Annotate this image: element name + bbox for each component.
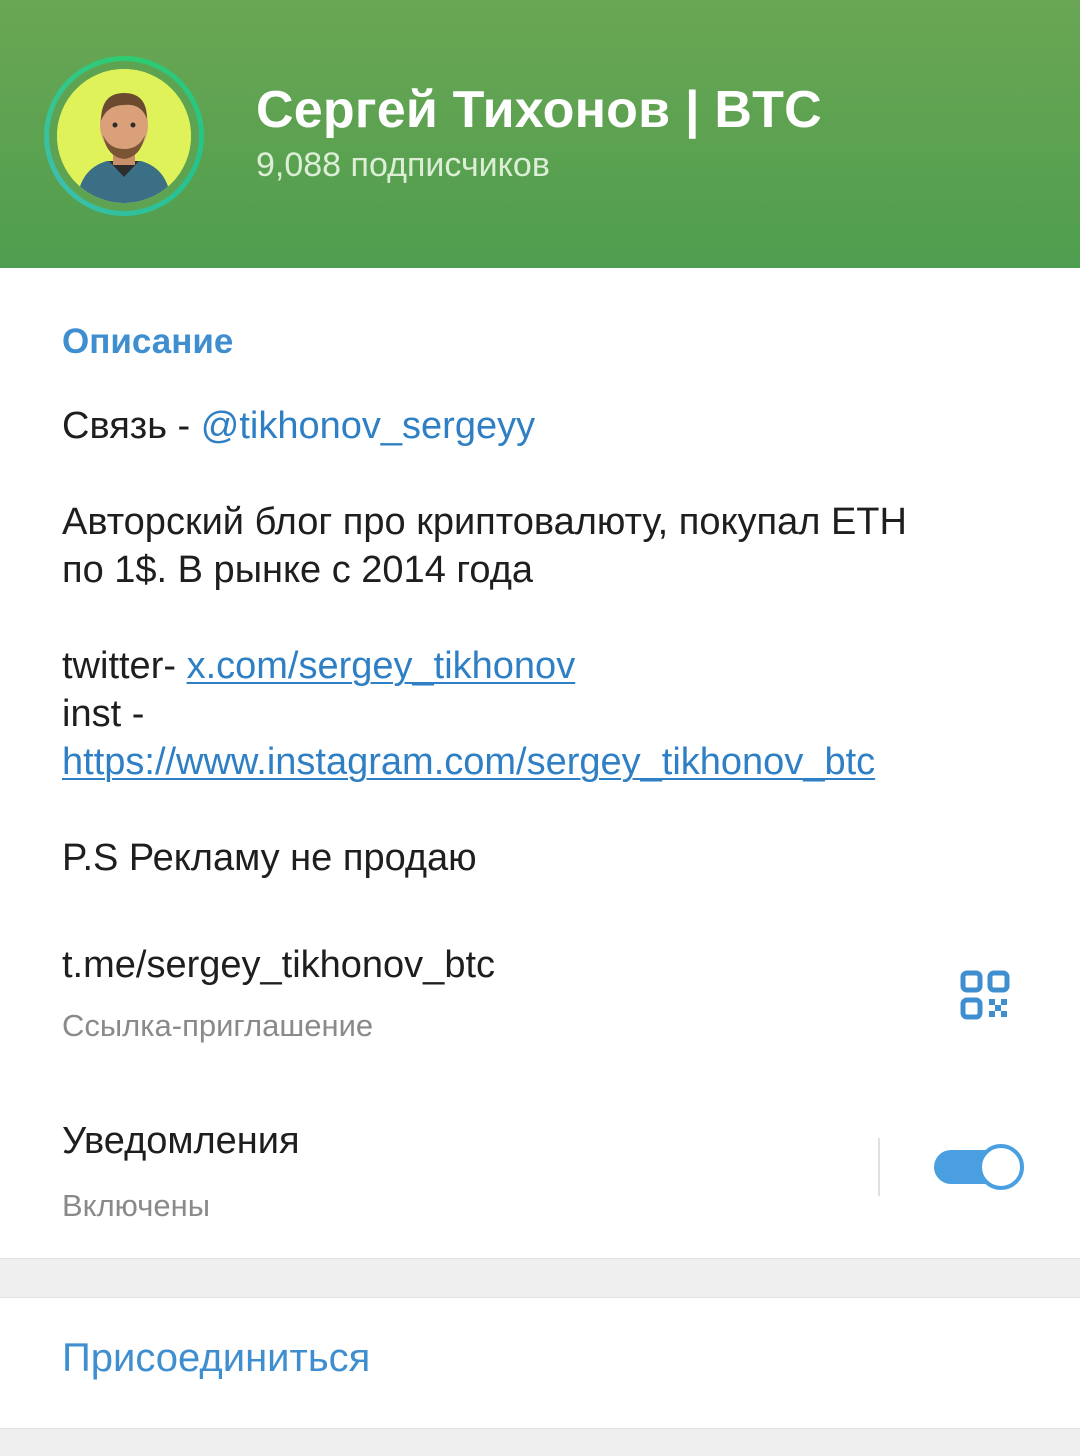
notifications-status: Включены xyxy=(62,1188,211,1223)
channel-header: Сергей Тихонов | BTC 9,088 подписчиков xyxy=(0,0,1080,268)
section-divider-bottom xyxy=(0,1428,1080,1456)
channel-title: Сергей Тихонов | BTC xyxy=(256,81,822,139)
bio-line-1: Авторский блог про криптовалюту, покупал… xyxy=(62,501,907,543)
notifications-label[interactable]: Уведомления xyxy=(62,1120,300,1163)
bio-line-2: по 1$. В рынке с 2014 года xyxy=(62,549,534,591)
subscriber-count: 9,088 подписчиков xyxy=(256,146,550,184)
invite-link[interactable]: t.me/sergey_tikhonov_btc xyxy=(62,944,495,987)
avatar-story-ring[interactable] xyxy=(44,56,204,216)
invite-link-label: Ссылка-приглашение xyxy=(62,1008,374,1043)
contact-line: Связь - @tikhonov_sergeyy xyxy=(62,402,1042,450)
instagram-link[interactable]: https://www.instagram.com/sergey_tikhono… xyxy=(62,741,875,783)
description-section-label: Описание xyxy=(62,322,234,361)
notifications-toggle[interactable] xyxy=(934,1144,1024,1190)
divider xyxy=(878,1138,880,1196)
qr-code-icon[interactable] xyxy=(960,970,1010,1020)
ps-line: P.S Рекламу не продаю xyxy=(62,837,477,879)
toggle-knob xyxy=(978,1144,1024,1190)
channel-description: Связь - @tikhonov_sergeyy Авторский блог… xyxy=(62,402,1042,882)
twitter-line: twitter- x.com/sergey_tikhonov xyxy=(62,642,1042,690)
twitter-prefix: twitter- xyxy=(62,645,187,687)
inst-prefix: inst - xyxy=(62,693,145,735)
join-button[interactable]: Присоединиться xyxy=(62,1336,370,1381)
contact-prefix: Связь - xyxy=(62,405,201,447)
section-divider xyxy=(0,1258,1080,1298)
avatar[interactable] xyxy=(57,69,191,203)
twitter-link[interactable]: x.com/sergey_tikhonov xyxy=(187,645,576,687)
contact-handle-link[interactable]: @tikhonov_sergeyy xyxy=(201,405,535,447)
